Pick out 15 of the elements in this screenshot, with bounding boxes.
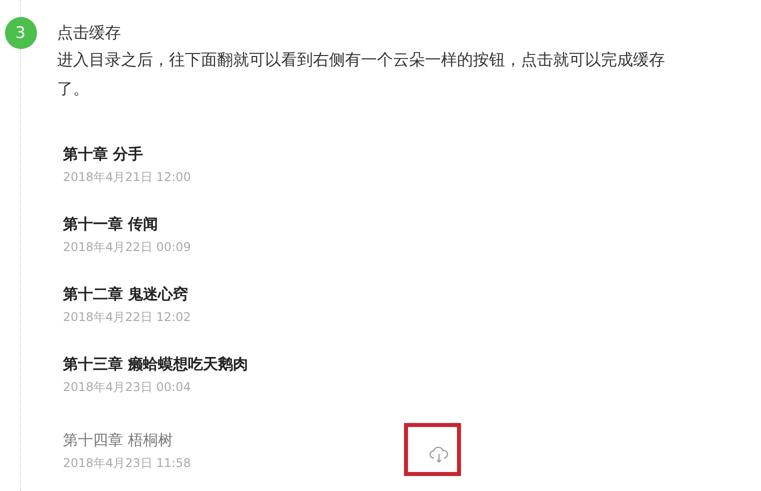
chapter-title[interactable]: 第十一章 传闻 — [63, 213, 191, 235]
chapter-title[interactable]: 第十四章 梧桐树 — [63, 428, 191, 450]
chapter-title[interactable]: 第十章 分手 — [63, 143, 191, 165]
chapter-date: 2018年4月21日 12:00 — [63, 169, 191, 185]
chapter-title[interactable]: 第十三章 癞蛤蟆想吃天鹅肉 — [63, 353, 248, 375]
chapter-date: 2018年4月23日 00:04 — [63, 379, 192, 395]
chapter-title[interactable]: 第十二章 鬼迷心窍 — [63, 283, 191, 305]
cloud-download-icon — [429, 446, 449, 464]
step-description: 进入目录之后，往下面翻就可以看到右侧有一个云朵一样的按钮，点击就可以完成缓存了。 — [57, 49, 666, 100]
chapter-date: 2018年4月23日 11:58 — [63, 454, 191, 470]
chapter-date: 2018年4月22日 12:02 — [63, 309, 191, 325]
cloud-download-button[interactable] — [404, 423, 461, 476]
step-number-badge: 3 — [4, 17, 36, 49]
step-title: 点击缓存 — [57, 22, 122, 44]
chapter-date: 2018年4月22日 00:09 — [63, 239, 191, 255]
